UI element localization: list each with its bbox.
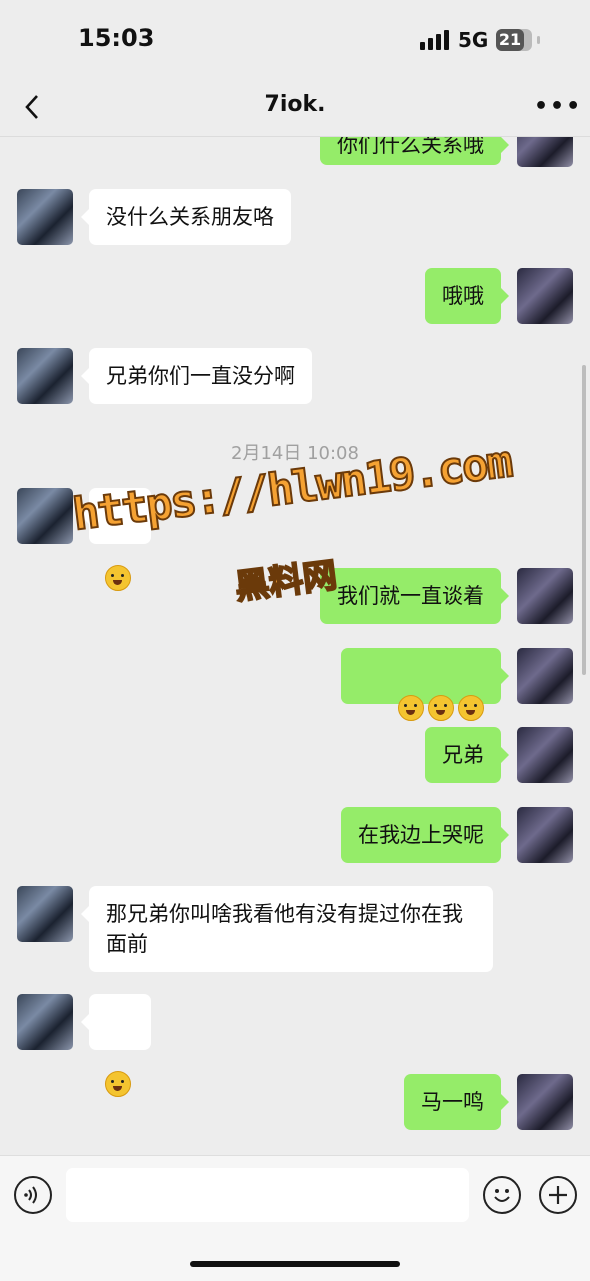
zipper-mouth-face-icon bbox=[398, 695, 424, 721]
zipper-mouth-face-icon bbox=[428, 695, 454, 721]
avatar[interactable] bbox=[517, 137, 573, 167]
message-input[interactable] bbox=[66, 1168, 469, 1222]
message-bubble[interactable]: 你们什么关系哦 bbox=[320, 137, 509, 165]
battery-level: 21 bbox=[496, 29, 524, 51]
zipper-mouth-face-icon bbox=[458, 695, 484, 721]
avatar[interactable] bbox=[517, 648, 573, 704]
emoji-icon[interactable] bbox=[483, 1176, 521, 1214]
avatar[interactable] bbox=[17, 994, 73, 1050]
message-bubble[interactable]: 我们就一直谈着 bbox=[320, 568, 509, 624]
avatar[interactable] bbox=[17, 348, 73, 404]
status-bar: 15:03 5G 21 bbox=[0, 0, 590, 80]
message-bubble[interactable]: 那兄弟你叫啥我看他有没有提过你在我面前 bbox=[81, 886, 493, 972]
battery-icon: 21 bbox=[496, 29, 532, 51]
avatar[interactable] bbox=[517, 807, 573, 863]
status-time: 15:03 bbox=[78, 24, 155, 52]
home-indicator[interactable] bbox=[190, 1261, 400, 1267]
avatar[interactable] bbox=[517, 727, 573, 783]
message-bubble[interactable]: 哦哦 bbox=[425, 268, 509, 324]
message-bubble[interactable]: 马一鸣 bbox=[404, 1074, 509, 1130]
avatar[interactable] bbox=[517, 268, 573, 324]
message-bubble[interactable]: 在我边上哭呢 bbox=[341, 807, 509, 863]
scrollbar[interactable] bbox=[582, 365, 586, 675]
grinning-face-icon bbox=[105, 1071, 131, 1097]
network-label: 5G bbox=[458, 28, 489, 52]
plus-icon[interactable] bbox=[539, 1176, 577, 1214]
avatar[interactable] bbox=[17, 189, 73, 245]
signal-icon bbox=[420, 30, 450, 50]
message-bubble-emoji[interactable] bbox=[81, 488, 151, 591]
input-bar bbox=[0, 1155, 590, 1281]
message-bubble[interactable]: 没什么关系朋友咯 bbox=[81, 189, 291, 245]
avatar[interactable] bbox=[517, 568, 573, 624]
message-bubble[interactable]: 兄弟 bbox=[425, 727, 509, 783]
time-divider: 2月14日 10:08 bbox=[231, 443, 359, 464]
message-bubble[interactable]: 兄弟你们一直没分啊 bbox=[81, 348, 312, 404]
message-list[interactable]: 你们什么关系哦 没什么关系朋友咯 哦哦 兄弟你们一直没分啊 2月14日 10:0… bbox=[0, 137, 590, 1155]
chat-header: 7iok. ••• bbox=[0, 80, 590, 137]
flushed-face-icon bbox=[105, 565, 131, 591]
voice-icon[interactable] bbox=[14, 1176, 52, 1214]
avatar[interactable] bbox=[17, 488, 73, 544]
battery-cap bbox=[537, 36, 540, 44]
avatar[interactable] bbox=[517, 1074, 573, 1130]
message-bubble-emoji[interactable] bbox=[81, 994, 151, 1097]
chat-title: 7iok. bbox=[264, 92, 326, 117]
message-bubble-emoji[interactable] bbox=[340, 648, 510, 721]
avatar[interactable] bbox=[17, 886, 73, 942]
more-options-button[interactable]: ••• bbox=[534, 94, 580, 119]
